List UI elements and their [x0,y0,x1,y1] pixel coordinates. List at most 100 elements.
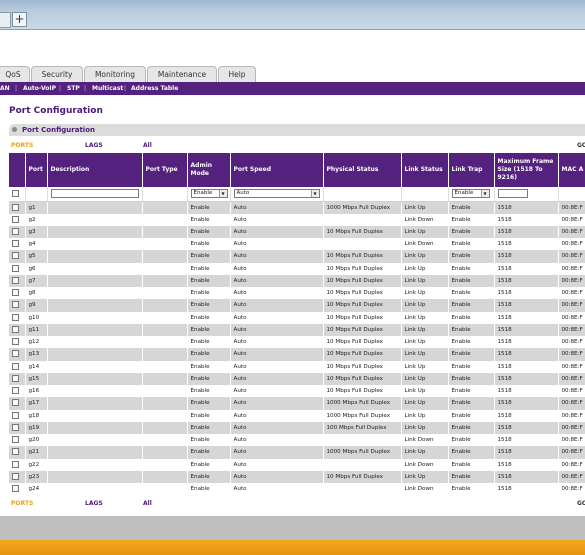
port-cell[interactable]: g2 [25,213,48,226]
port-cell[interactable]: g12 [25,336,48,349]
table-row[interactable]: g7 Enable Auto 10 Mbps Full Duplex Link Up En… [9,274,585,287]
port-cell[interactable]: g17 [25,397,48,410]
link-trap-select[interactable]: Enable ▼ [451,188,490,198]
port-cell[interactable]: g21 [25,446,48,459]
row-checkbox[interactable] [12,338,19,346]
filter-ports-link[interactable]: PORTS [11,140,33,152]
port-cell[interactable]: g22 [25,458,48,471]
row-checkbox[interactable] [12,399,19,407]
row-checkbox[interactable] [12,460,19,468]
row-checkbox[interactable] [12,240,19,248]
row-checkbox[interactable] [12,313,19,321]
filter-ports-link[interactable]: PORTS [11,498,33,510]
tab-security[interactable]: Security [31,66,83,82]
port-cell[interactable]: g11 [25,323,48,336]
port-cell[interactable]: g9 [25,299,48,312]
table-row[interactable]: g13 Enable Auto 10 Mbps Full Duplex Link Up E… [9,348,585,361]
filter-all-link[interactable]: All [143,140,152,152]
table-row[interactable]: g5 Enable Auto 10 Mbps Full Duplex Link Up En… [9,250,585,263]
tab-qos[interactable]: QoS [0,66,30,82]
port-cell[interactable]: g16 [25,385,48,398]
new-tab-button[interactable]: + [12,12,27,27]
row-checkbox[interactable] [12,485,19,493]
table-row[interactable]: g23 Enable Auto 10 Mbps Full Duplex Link Up E… [9,470,585,483]
port-cell[interactable]: g5 [25,250,48,263]
row-checkbox[interactable] [12,215,19,223]
table-row[interactable]: g8 Enable Auto 10 Mbps Full Duplex Link Up En… [9,287,585,300]
filter-lags-link[interactable]: LAGS [85,140,103,152]
row-checkbox[interactable] [12,203,19,211]
table-row[interactable]: g4 Enable Auto Link Down Enable 1518 00:8E:F [9,238,585,251]
go-link[interactable]: GO [577,140,585,152]
row-checkbox[interactable] [12,276,19,284]
subnav-stp[interactable]: STP [67,82,80,95]
row-checkbox[interactable] [12,252,19,260]
table-row[interactable]: g1 Enable Auto 1000 Mbps Full Duplex Link Up… [9,201,585,214]
browser-tab[interactable] [0,12,11,28]
tab-monitoring[interactable]: Monitoring [84,66,146,82]
table-row[interactable]: g14 Enable Auto 10 Mbps Full Duplex Link Up E… [9,360,585,373]
table-row[interactable]: g16 Enable Auto 10 Mbps Full Duplex Link Up E… [9,385,585,398]
table-row[interactable]: g10 Enable Auto 10 Mbps Full Duplex Link Up E… [9,311,585,324]
port-cell[interactable]: g18 [25,409,48,422]
row-checkbox[interactable] [12,289,19,297]
table-row[interactable]: g19 Enable Auto 100 Mbps Full Duplex Link Up… [9,421,585,434]
table-row[interactable]: g11 Enable Auto 10 Mbps Full Duplex Link Up E… [9,323,585,336]
table-row[interactable]: g17 Enable Auto 1000 Mbps Full Duplex Link U… [9,397,585,410]
subnav-address-table[interactable]: Address Table [131,82,178,95]
description-input[interactable] [50,189,139,199]
row-checkbox[interactable] [12,472,19,480]
port-cell[interactable]: g14 [25,360,48,373]
table-row[interactable]: g18 Enable Auto 1000 Mbps Full Duplex Link U… [9,409,585,422]
port-cell[interactable]: g15 [25,372,48,385]
port-cell[interactable]: g4 [25,238,48,251]
port-cell[interactable]: g8 [25,287,48,300]
row-checkbox[interactable] [12,374,19,382]
table-row[interactable]: g3 Enable Auto 10 Mbps Full Duplex Link Up En… [9,225,585,238]
tab-help[interactable]: Help [218,66,256,82]
subnav-vlan[interactable]: AN [0,82,10,95]
table-row[interactable]: g15 Enable Auto 10 Mbps Full Duplex Link Up E… [9,372,585,385]
table-row[interactable]: g12 Enable Auto 10 Mbps Full Duplex Link Up E… [9,336,585,349]
subnav-auto-voip[interactable]: Auto-VoIP [23,82,56,95]
table-row[interactable]: g22 Enable Auto Link Down Enable 1518 00:8E:F [9,458,585,471]
row-checkbox[interactable] [12,301,19,309]
max-frame-size-input[interactable] [497,189,528,199]
port-cell[interactable]: g1 [25,201,48,214]
table-row[interactable]: g24 Enable Auto Link Down Enable 1518 00:8E:F [9,483,585,496]
admin-mode-select[interactable]: Enable ▼ [190,188,228,198]
go-link[interactable]: GO [577,498,585,510]
table-row[interactable]: g20 Enable Auto Link Down Enable 1518 00:8E:F [9,434,585,447]
port-speed-select[interactable]: Auto ▼ [233,188,320,198]
port-cell[interactable]: g7 [25,274,48,287]
table-row[interactable]: g6 Enable Auto 10 Mbps Full Duplex Link Up En… [9,262,585,275]
row-checkbox[interactable] [12,387,19,395]
filter-all-link[interactable]: All [143,498,152,510]
port-cell[interactable]: g3 [25,225,48,238]
port-cell[interactable]: g20 [25,434,48,447]
row-checkbox[interactable] [12,227,19,235]
row-checkbox[interactable] [12,436,19,444]
row-checkbox[interactable] [12,448,19,456]
row-checkbox[interactable] [12,411,19,419]
port-cell[interactable]: g6 [25,262,48,275]
row-checkbox[interactable] [12,362,19,370]
port-cell[interactable]: g10 [25,311,48,324]
row-checkbox[interactable] [12,423,19,431]
tab-maintenance[interactable]: Maintenance [147,66,217,82]
table-row[interactable]: g2 Enable Auto Link Down Enable 1518 00:8E:F [9,213,585,226]
port-cell[interactable]: g13 [25,348,48,361]
table-row[interactable]: g9 Enable Auto 10 Mbps Full Duplex Link Up En… [9,299,585,312]
link-trap-cell: Enable [448,250,495,263]
port-cell[interactable]: g23 [25,470,48,483]
table-row[interactable]: g21 Enable Auto 1000 Mbps Full Duplex Link U… [9,446,585,459]
filter-lags-link[interactable]: LAGS [85,498,103,510]
row-checkbox[interactable] [12,350,19,358]
row-checkbox[interactable] [12,264,19,272]
mac-address-cell: 00:8E:F [558,299,585,312]
row-checkbox[interactable] [12,325,19,333]
port-cell[interactable]: g19 [25,421,48,434]
select-all-checkbox[interactable] [12,189,19,197]
port-cell[interactable]: g24 [25,483,48,496]
subnav-multicast[interactable]: Multicast [92,82,123,95]
